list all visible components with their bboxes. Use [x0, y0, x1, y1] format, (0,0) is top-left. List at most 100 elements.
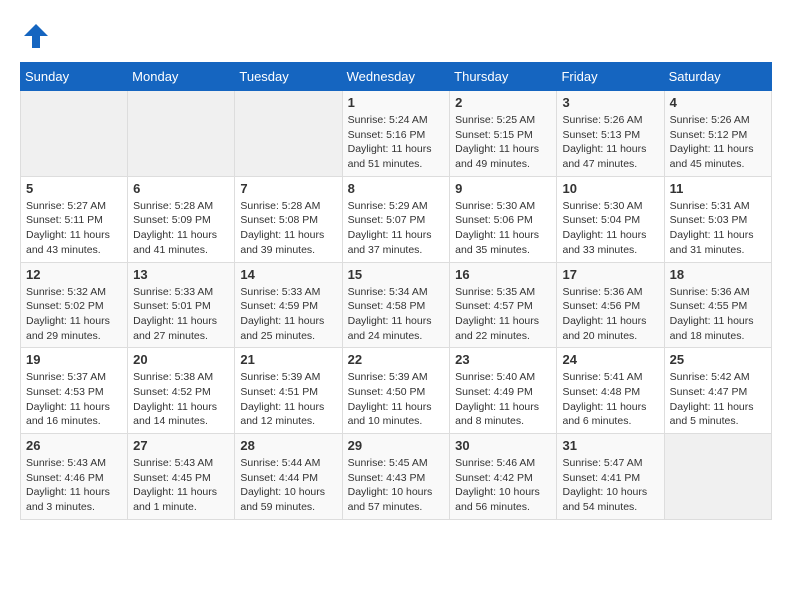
day-info: Sunrise: 5:36 AMSunset: 4:56 PMDaylight:…	[562, 285, 658, 344]
calendar-cell: 15 Sunrise: 5:34 AMSunset: 4:58 PMDayligh…	[342, 262, 450, 348]
calendar-cell: 24 Sunrise: 5:41 AMSunset: 4:48 PMDayligh…	[557, 348, 664, 434]
day-info: Sunrise: 5:31 AMSunset: 5:03 PMDaylight:…	[670, 199, 766, 258]
calendar-cell	[128, 91, 235, 177]
day-info: Sunrise: 5:32 AMSunset: 5:02 PMDaylight:…	[26, 285, 122, 344]
calendar-cell: 2Sunrise: 5:25 AMSunset: 5:15 PMDaylight…	[450, 91, 557, 177]
day-number: 7	[240, 181, 336, 196]
day-info: Sunrise: 5:39 AMSunset: 4:50 PMDaylight:…	[348, 370, 445, 429]
day-info: Sunrise: 5:24 AMSunset: 5:16 PMDaylight:…	[348, 113, 445, 172]
day-info: Sunrise: 5:40 AMSunset: 4:49 PMDaylight:…	[455, 370, 551, 429]
calendar-week-5: 26 Sunrise: 5:43 AMSunset: 4:46 PMDayligh…	[21, 434, 772, 520]
calendar-cell	[235, 91, 342, 177]
day-number: 17	[562, 267, 658, 282]
day-number: 9	[455, 181, 551, 196]
day-number: 14	[240, 267, 336, 282]
calendar-cell: 29 Sunrise: 5:45 AMSunset: 4:43 PMDayligh…	[342, 434, 450, 520]
day-info: Sunrise: 5:45 AMSunset: 4:43 PMDaylight:…	[348, 456, 445, 515]
calendar-header: SundayMondayTuesdayWednesdayThursdayFrid…	[21, 63, 772, 91]
calendar-cell: 12Sunrise: 5:32 AMSunset: 5:02 PMDayligh…	[21, 262, 128, 348]
page-header	[20, 20, 772, 52]
calendar-cell: 23Sunrise: 5:40 AMSunset: 4:49 PMDayligh…	[450, 348, 557, 434]
calendar-cell: 18 Sunrise: 5:36 AMSunset: 4:55 PMDayligh…	[664, 262, 771, 348]
day-number: 21	[240, 352, 336, 367]
calendar-cell: 25 Sunrise: 5:42 AMSunset: 4:47 PMDayligh…	[664, 348, 771, 434]
calendar-cell: 14Sunrise: 5:33 AMSunset: 4:59 PMDayligh…	[235, 262, 342, 348]
day-info: Sunrise: 5:37 AMSunset: 4:53 PMDaylight:…	[26, 370, 122, 429]
calendar-cell: 5 Sunrise: 5:27 AMSunset: 5:11 PMDaylight…	[21, 176, 128, 262]
day-number: 26	[26, 438, 122, 453]
day-number: 24	[562, 352, 658, 367]
calendar-cell	[664, 434, 771, 520]
weekday-header-monday: Monday	[128, 63, 235, 91]
day-number: 19	[26, 352, 122, 367]
calendar-cell: 11 Sunrise: 5:31 AMSunset: 5:03 PMDayligh…	[664, 176, 771, 262]
calendar-cell: 21Sunrise: 5:39 AMSunset: 4:51 PMDayligh…	[235, 348, 342, 434]
day-number: 20	[133, 352, 229, 367]
day-number: 8	[348, 181, 445, 196]
day-number: 1	[348, 95, 445, 110]
calendar-cell: 27 Sunrise: 5:43 AMSunset: 4:45 PMDayligh…	[128, 434, 235, 520]
day-info: Sunrise: 5:35 AMSunset: 4:57 PMDaylight:…	[455, 285, 551, 344]
calendar-cell	[21, 91, 128, 177]
day-info: Sunrise: 5:33 AMSunset: 5:01 PMDaylight:…	[133, 285, 229, 344]
day-info: Sunrise: 5:34 AMSunset: 4:58 PMDaylight:…	[348, 285, 445, 344]
day-info: Sunrise: 5:27 AMSunset: 5:11 PMDaylight:…	[26, 199, 122, 258]
day-info: Sunrise: 5:44 AMSunset: 4:44 PMDaylight:…	[240, 456, 336, 515]
day-number: 11	[670, 181, 766, 196]
day-info: Sunrise: 5:38 AMSunset: 4:52 PMDaylight:…	[133, 370, 229, 429]
day-number: 30	[455, 438, 551, 453]
calendar-cell: 16 Sunrise: 5:35 AMSunset: 4:57 PMDayligh…	[450, 262, 557, 348]
day-info: Sunrise: 5:28 AMSunset: 5:08 PMDaylight:…	[240, 199, 336, 258]
calendar-cell: 8 Sunrise: 5:29 AMSunset: 5:07 PMDaylight…	[342, 176, 450, 262]
weekday-header-tuesday: Tuesday	[235, 63, 342, 91]
day-number: 5	[26, 181, 122, 196]
day-number: 6	[133, 181, 229, 196]
day-number: 4	[670, 95, 766, 110]
day-info: Sunrise: 5:43 AMSunset: 4:46 PMDaylight:…	[26, 456, 122, 515]
calendar-week-4: 19 Sunrise: 5:37 AMSunset: 4:53 PMDayligh…	[21, 348, 772, 434]
weekday-header-friday: Friday	[557, 63, 664, 91]
day-info: Sunrise: 5:26 AMSunset: 5:12 PMDaylight:…	[670, 113, 766, 172]
day-info: Sunrise: 5:30 AMSunset: 5:04 PMDaylight:…	[562, 199, 658, 258]
day-number: 18	[670, 267, 766, 282]
calendar-week-2: 5 Sunrise: 5:27 AMSunset: 5:11 PMDaylight…	[21, 176, 772, 262]
weekday-header-sunday: Sunday	[21, 63, 128, 91]
calendar-cell: 13 Sunrise: 5:33 AMSunset: 5:01 PMDayligh…	[128, 262, 235, 348]
calendar-cell: 22 Sunrise: 5:39 AMSunset: 4:50 PMDayligh…	[342, 348, 450, 434]
day-number: 29	[348, 438, 445, 453]
logo	[20, 20, 56, 52]
weekday-header-wednesday: Wednesday	[342, 63, 450, 91]
calendar-cell: 7 Sunrise: 5:28 AMSunset: 5:08 PMDaylight…	[235, 176, 342, 262]
day-info: Sunrise: 5:47 AMSunset: 4:41 PMDaylight:…	[562, 456, 658, 515]
calendar-cell: 19 Sunrise: 5:37 AMSunset: 4:53 PMDayligh…	[21, 348, 128, 434]
day-number: 28	[240, 438, 336, 453]
day-number: 10	[562, 181, 658, 196]
day-number: 16	[455, 267, 551, 282]
day-number: 27	[133, 438, 229, 453]
calendar-week-1: 1 Sunrise: 5:24 AMSunset: 5:16 PMDaylight…	[21, 91, 772, 177]
calendar-cell: 17 Sunrise: 5:36 AMSunset: 4:56 PMDayligh…	[557, 262, 664, 348]
calendar-cell: 31Sunrise: 5:47 AMSunset: 4:41 PMDayligh…	[557, 434, 664, 520]
day-info: Sunrise: 5:42 AMSunset: 4:47 PMDaylight:…	[670, 370, 766, 429]
day-number: 3	[562, 95, 658, 110]
calendar-cell: 10 Sunrise: 5:30 AMSunset: 5:04 PMDayligh…	[557, 176, 664, 262]
day-info: Sunrise: 5:41 AMSunset: 4:48 PMDaylight:…	[562, 370, 658, 429]
day-number: 22	[348, 352, 445, 367]
calendar-body: 1 Sunrise: 5:24 AMSunset: 5:16 PMDaylight…	[21, 91, 772, 520]
day-number: 25	[670, 352, 766, 367]
calendar-cell: 30Sunrise: 5:46 AMSunset: 4:42 PMDayligh…	[450, 434, 557, 520]
day-number: 13	[133, 267, 229, 282]
day-info: Sunrise: 5:43 AMSunset: 4:45 PMDaylight:…	[133, 456, 229, 515]
day-info: Sunrise: 5:29 AMSunset: 5:07 PMDaylight:…	[348, 199, 445, 258]
day-number: 15	[348, 267, 445, 282]
day-info: Sunrise: 5:36 AMSunset: 4:55 PMDaylight:…	[670, 285, 766, 344]
day-number: 2	[455, 95, 551, 110]
calendar-cell: 1 Sunrise: 5:24 AMSunset: 5:16 PMDaylight…	[342, 91, 450, 177]
calendar-cell: 3Sunrise: 5:26 AMSunset: 5:13 PMDaylight…	[557, 91, 664, 177]
weekday-header-saturday: Saturday	[664, 63, 771, 91]
day-info: Sunrise: 5:28 AMSunset: 5:09 PMDaylight:…	[133, 199, 229, 258]
logo-icon	[20, 20, 52, 52]
calendar-cell: 4 Sunrise: 5:26 AMSunset: 5:12 PMDaylight…	[664, 91, 771, 177]
day-info: Sunrise: 5:30 AMSunset: 5:06 PMDaylight:…	[455, 199, 551, 258]
calendar-cell: 9 Sunrise: 5:30 AMSunset: 5:06 PMDaylight…	[450, 176, 557, 262]
